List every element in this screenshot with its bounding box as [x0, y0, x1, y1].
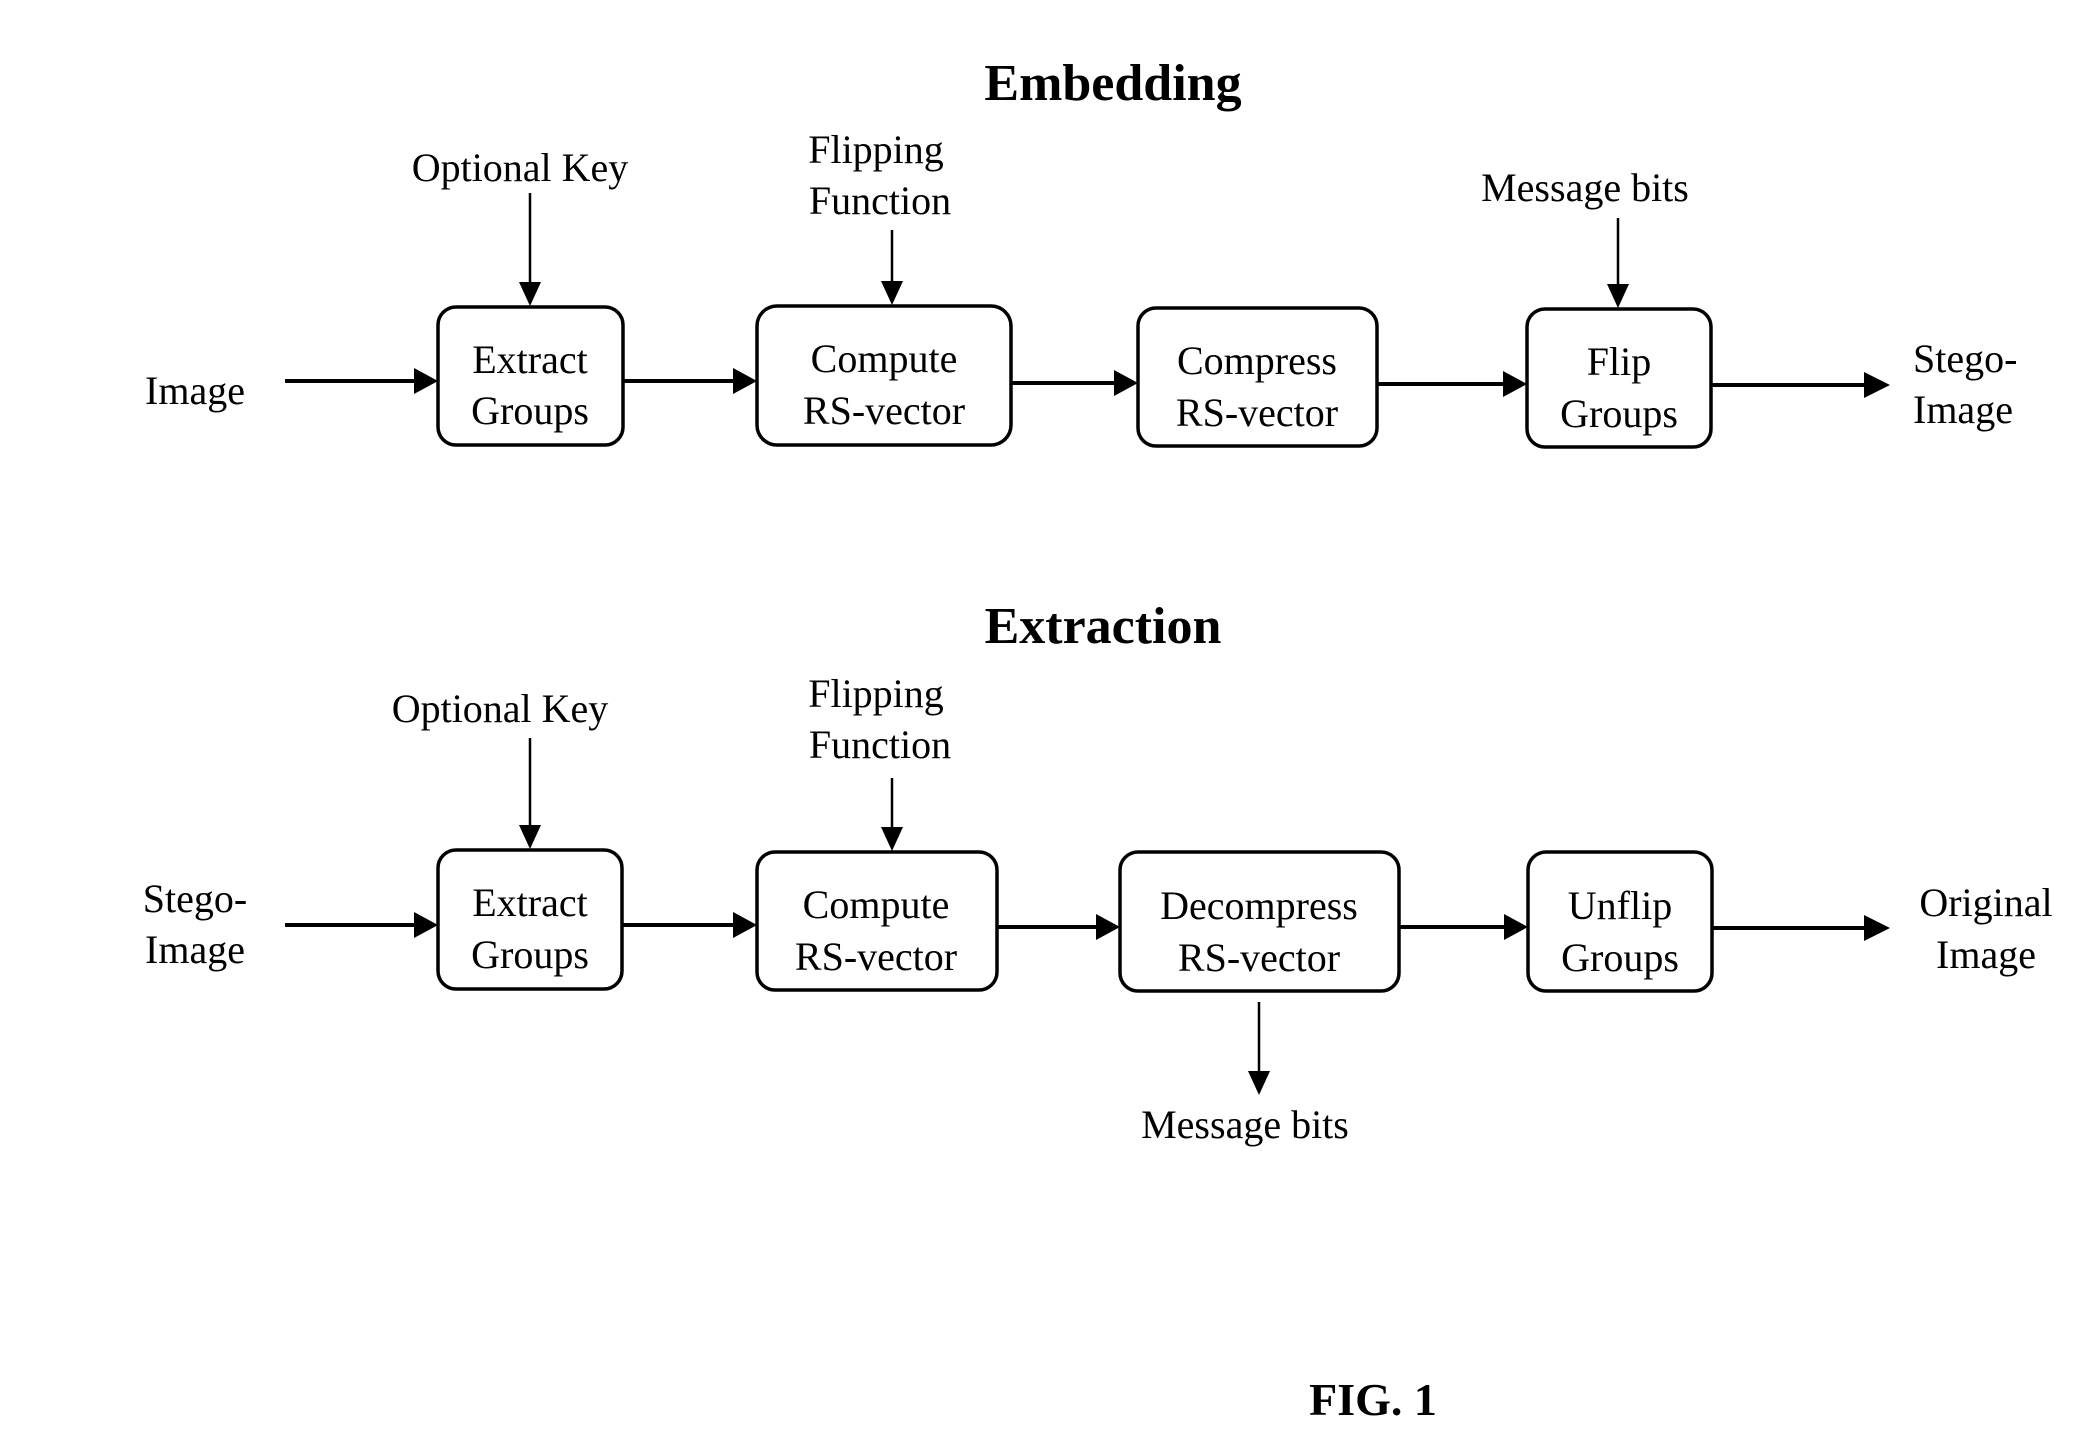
embedding-output-label-2: Image — [1913, 387, 2013, 432]
embedding-input-label: Image — [145, 368, 245, 413]
extraction-output-label-1: Original — [1919, 880, 2052, 925]
extract-flipping-function-label-2: Function — [809, 722, 951, 767]
extract-flipping-function-label-1: Flipping — [808, 671, 944, 716]
embed-compress-rs-vector-box: Compress RS-vector — [1136, 306, 1379, 448]
extract-decompress-rs-vector-box: Decompress RS-vector — [1118, 850, 1401, 993]
extraction-row: Stego- Image Extract Groups Optional Key… — [143, 671, 2053, 1147]
arrowhead — [1114, 370, 1138, 396]
embed-optional-key-label: Optional Key — [412, 145, 629, 190]
extraction-input-label-2: Image — [145, 927, 245, 972]
extraction-input-label-1: Stego- — [143, 876, 247, 921]
rs-embedding-extraction-diagram: Embedding Extraction Image Extract Group… — [143, 55, 2053, 1425]
box-label: Compute — [811, 336, 958, 381]
box-label: RS-vector — [1176, 390, 1338, 435]
arrowhead — [1096, 914, 1120, 940]
arrowhead — [733, 368, 757, 394]
embedding-output-label-1: Stego- — [1913, 336, 2017, 381]
box-label: Extract — [472, 337, 588, 382]
arrowhead — [414, 368, 438, 394]
extraction-title: Extraction — [985, 598, 1222, 655]
arrowhead — [1607, 284, 1629, 308]
arrowhead — [881, 827, 903, 851]
box-label: RS-vector — [803, 388, 965, 433]
extract-extract-groups-box: Extract Groups — [436, 848, 624, 991]
box-label: RS-vector — [1178, 935, 1340, 980]
box-label: Groups — [1561, 935, 1679, 980]
box-label: Groups — [471, 932, 589, 977]
box-label: Compress — [1177, 338, 1337, 383]
extraction-output-label-2: Image — [1936, 932, 2036, 977]
embed-extract-groups-box: Extract Groups — [436, 305, 625, 447]
box-label: Unflip — [1568, 883, 1672, 928]
box-label: Extract — [472, 880, 588, 925]
figure-label: FIG. 1 — [1309, 1374, 1437, 1425]
box-label: Compute — [803, 882, 950, 927]
box-label: RS-vector — [795, 934, 957, 979]
arrowhead — [881, 281, 903, 305]
embedding-title: Embedding — [984, 55, 1241, 112]
extract-message-bits-label: Message bits — [1141, 1102, 1349, 1147]
extract-optional-key-label: Optional Key — [392, 686, 609, 731]
extract-unflip-groups-box: Unflip Groups — [1526, 850, 1714, 993]
arrowhead — [1504, 914, 1528, 940]
embed-compute-rs-vector-box: Compute RS-vector — [755, 304, 1013, 447]
arrowhead — [1864, 372, 1890, 398]
arrowhead — [733, 912, 757, 938]
box-label: Groups — [1560, 391, 1678, 436]
embed-flipping-function-label-1: Flipping — [808, 127, 944, 172]
extract-compute-rs-vector-box: Compute RS-vector — [755, 850, 999, 992]
arrowhead — [519, 825, 541, 849]
arrowhead — [414, 912, 438, 938]
embed-flip-groups-box: Flip Groups — [1525, 307, 1713, 449]
embed-message-bits-label: Message bits — [1481, 165, 1689, 210]
box-label: Groups — [471, 388, 589, 433]
embedding-row: Image Extract Groups Optional Key Comput… — [145, 127, 2017, 449]
arrowhead — [519, 282, 541, 306]
box-label: Flip — [1587, 339, 1651, 384]
arrowhead — [1503, 371, 1527, 397]
embed-flipping-function-label-2: Function — [809, 178, 951, 223]
arrowhead — [1864, 915, 1890, 941]
box-label: Decompress — [1160, 883, 1358, 928]
arrowhead — [1248, 1071, 1270, 1095]
